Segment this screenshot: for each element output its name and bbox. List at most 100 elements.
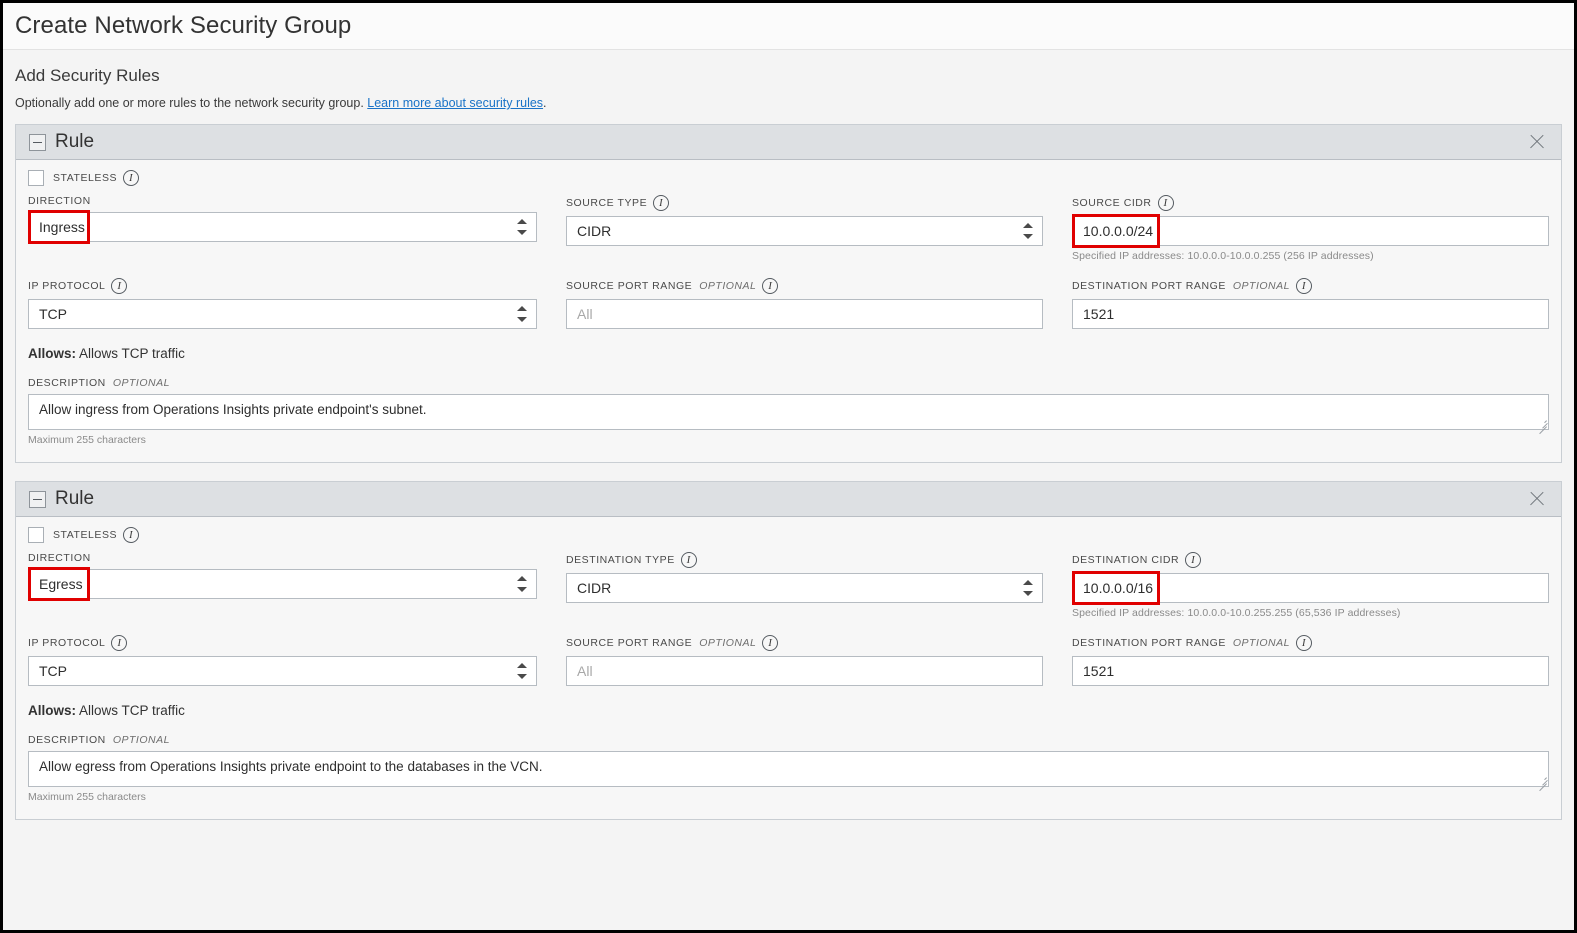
rule-body: STATELESSi DIRECTION Egress DESTINATION … [16, 517, 1561, 819]
info-icon[interactable]: i [1185, 552, 1201, 568]
direction-field: DIRECTION Ingress [28, 195, 537, 262]
rule-header: Rule [16, 482, 1561, 517]
info-icon[interactable]: i [762, 635, 778, 651]
destination-cidr-helper: Specified IP addresses: 10.0.0.0-10.0.25… [1072, 607, 1549, 619]
destination-port-range-input[interactable]: 1521 [1072, 656, 1549, 686]
rule-fields-row-2: IP PROTOCOLi TCP SOURCE PORT RANGEOPTION… [28, 278, 1549, 333]
allows-text: Allows: Allows TCP traffic [28, 346, 1549, 361]
ip-protocol-select-wrap: TCP [28, 656, 537, 686]
direction-label: DIRECTION [28, 552, 537, 564]
direction-field: DIRECTION Egress [28, 552, 537, 619]
source-port-range-field: SOURCE PORT RANGEOPTIONALi All [566, 278, 1043, 329]
collapse-minus-icon[interactable] [29, 134, 46, 151]
source-port-range-label: SOURCE PORT RANGEOPTIONALi [566, 635, 1043, 651]
learn-more-link[interactable]: Learn more about security rules [367, 96, 543, 110]
create-nsg-page: Create Network Security Group Add Securi… [0, 0, 1577, 933]
optional-tag: OPTIONAL [113, 734, 170, 746]
destination-type-label: DESTINATION TYPEi [566, 552, 1043, 568]
stateless-label: STATELESSi [53, 170, 139, 186]
info-icon[interactable]: i [681, 552, 697, 568]
ip-protocol-field: IP PROTOCOLi TCP [28, 278, 537, 329]
rule-title: Rule [55, 488, 94, 510]
collapse-minus-icon[interactable] [29, 491, 46, 508]
ip-protocol-select-wrap: TCP [28, 299, 537, 329]
source-port-range-label: SOURCE PORT RANGEOPTIONALi [566, 278, 1043, 294]
rule-fields-row-1: DIRECTION Ingress SOURCE TYPEi CIDR [28, 195, 1549, 266]
source-cidr-helper: Specified IP addresses: 10.0.0.0-10.0.0.… [1072, 250, 1549, 262]
source-port-range-input[interactable]: All [566, 656, 1043, 686]
description-textarea[interactable]: Allow egress from Operations Insights pr… [28, 751, 1549, 787]
allows-prefix: Allows: [28, 703, 76, 718]
destination-port-range-field: DESTINATION PORT RANGEOPTIONALi 1521 [1072, 278, 1549, 329]
info-icon[interactable]: i [123, 170, 139, 186]
destination-type-select[interactable]: CIDR [566, 573, 1043, 603]
optional-tag: OPTIONAL [1233, 637, 1290, 649]
section-heading: Add Security Rules [15, 66, 1562, 86]
source-type-field: SOURCE TYPEi CIDR [566, 195, 1043, 262]
ip-protocol-select[interactable]: TCP [28, 656, 537, 686]
section-description-prefix: Optionally add one or more rules to the … [15, 96, 367, 110]
destination-cidr-field: DESTINATION CIDRi 10.0.0.0/16 Specified … [1072, 552, 1549, 619]
rule-header: Rule [16, 125, 1561, 160]
direction-select[interactable]: Egress [28, 569, 537, 599]
stateless-checkbox[interactable] [28, 527, 44, 543]
optional-tag: OPTIONAL [699, 637, 756, 649]
window-titlebar: Create Network Security Group [3, 3, 1574, 50]
destination-cidr-input[interactable]: 10.0.0.0/16 [1072, 573, 1549, 603]
info-icon[interactable]: i [111, 635, 127, 651]
description-block: DESCRIPTIONOPTIONAL Allow ingress from O… [28, 377, 1549, 446]
ip-protocol-select[interactable]: TCP [28, 299, 537, 329]
destination-port-range-input[interactable]: 1521 [1072, 299, 1549, 329]
add-security-rules-section: Add Security Rules Optionally add one or… [3, 50, 1574, 820]
source-port-range-input[interactable]: All [566, 299, 1043, 329]
description-label: DESCRIPTIONOPTIONAL [28, 377, 1549, 389]
description-block: DESCRIPTIONOPTIONAL Allow egress from Op… [28, 734, 1549, 803]
description-textarea[interactable]: Allow ingress from Operations Insights p… [28, 394, 1549, 430]
section-description-suffix: . [543, 96, 546, 110]
destination-port-range-label: DESTINATION PORT RANGEOPTIONALi [1072, 635, 1549, 651]
ip-protocol-label: IP PROTOCOLi [28, 278, 537, 294]
destination-port-range-label: DESTINATION PORT RANGEOPTIONALi [1072, 278, 1549, 294]
info-icon[interactable]: i [123, 527, 139, 543]
stateless-checkbox[interactable] [28, 170, 44, 186]
destination-type-field: DESTINATION TYPEi CIDR [566, 552, 1043, 619]
destination-port-range-field: DESTINATION PORT RANGEOPTIONALi 1521 [1072, 635, 1549, 686]
source-cidr-field: SOURCE CIDRi 10.0.0.0/24 Specified IP ad… [1072, 195, 1549, 262]
direction-select-wrap: Ingress [28, 212, 537, 242]
optional-tag: OPTIONAL [113, 377, 170, 389]
description-textarea-wrap: Allow ingress from Operations Insights p… [28, 394, 1549, 430]
source-cidr-label: SOURCE CIDRi [1072, 195, 1549, 211]
stateless-row: STATELESSi [28, 527, 1549, 543]
allows-text: Allows: Allows TCP traffic [28, 703, 1549, 718]
optional-tag: OPTIONAL [1233, 280, 1290, 292]
info-icon[interactable]: i [1296, 278, 1312, 294]
description-textarea-wrap: Allow egress from Operations Insights pr… [28, 751, 1549, 787]
direction-select[interactable]: Ingress [28, 212, 537, 242]
source-port-range-field: SOURCE PORT RANGEOPTIONALi All [566, 635, 1043, 686]
info-icon[interactable]: i [111, 278, 127, 294]
ip-protocol-field: IP PROTOCOLi TCP [28, 635, 537, 686]
source-type-select-wrap: CIDR [566, 216, 1043, 246]
description-label: DESCRIPTIONOPTIONAL [28, 734, 1549, 746]
rule-card: Rule STATELESSi DIRECTION Egress [15, 481, 1562, 820]
rule-card: Rule STATELESSi DIRECTION Ingress [15, 124, 1562, 463]
info-icon[interactable]: i [762, 278, 778, 294]
source-type-select[interactable]: CIDR [566, 216, 1043, 246]
optional-tag: OPTIONAL [699, 280, 756, 292]
info-icon[interactable]: i [653, 195, 669, 211]
rule-body: STATELESSi DIRECTION Ingress SOU [16, 160, 1561, 462]
source-type-label: SOURCE TYPEi [566, 195, 1043, 211]
info-icon[interactable]: i [1296, 635, 1312, 651]
close-icon[interactable] [1527, 132, 1547, 152]
info-icon[interactable]: i [1158, 195, 1174, 211]
allows-prefix: Allows: [28, 346, 76, 361]
direction-select-wrap: Egress [28, 569, 537, 599]
rule-title: Rule [55, 131, 94, 153]
source-cidr-input[interactable]: 10.0.0.0/24 [1072, 216, 1549, 246]
close-icon[interactable] [1527, 489, 1547, 509]
direction-label: DIRECTION [28, 195, 537, 207]
destination-cidr-input-wrap: 10.0.0.0/16 [1072, 573, 1549, 603]
stateless-label: STATELESSi [53, 527, 139, 543]
stateless-row: STATELESSi [28, 170, 1549, 186]
rule-fields-row-2: IP PROTOCOLi TCP SOURCE PORT RANGEOPTION… [28, 635, 1549, 690]
